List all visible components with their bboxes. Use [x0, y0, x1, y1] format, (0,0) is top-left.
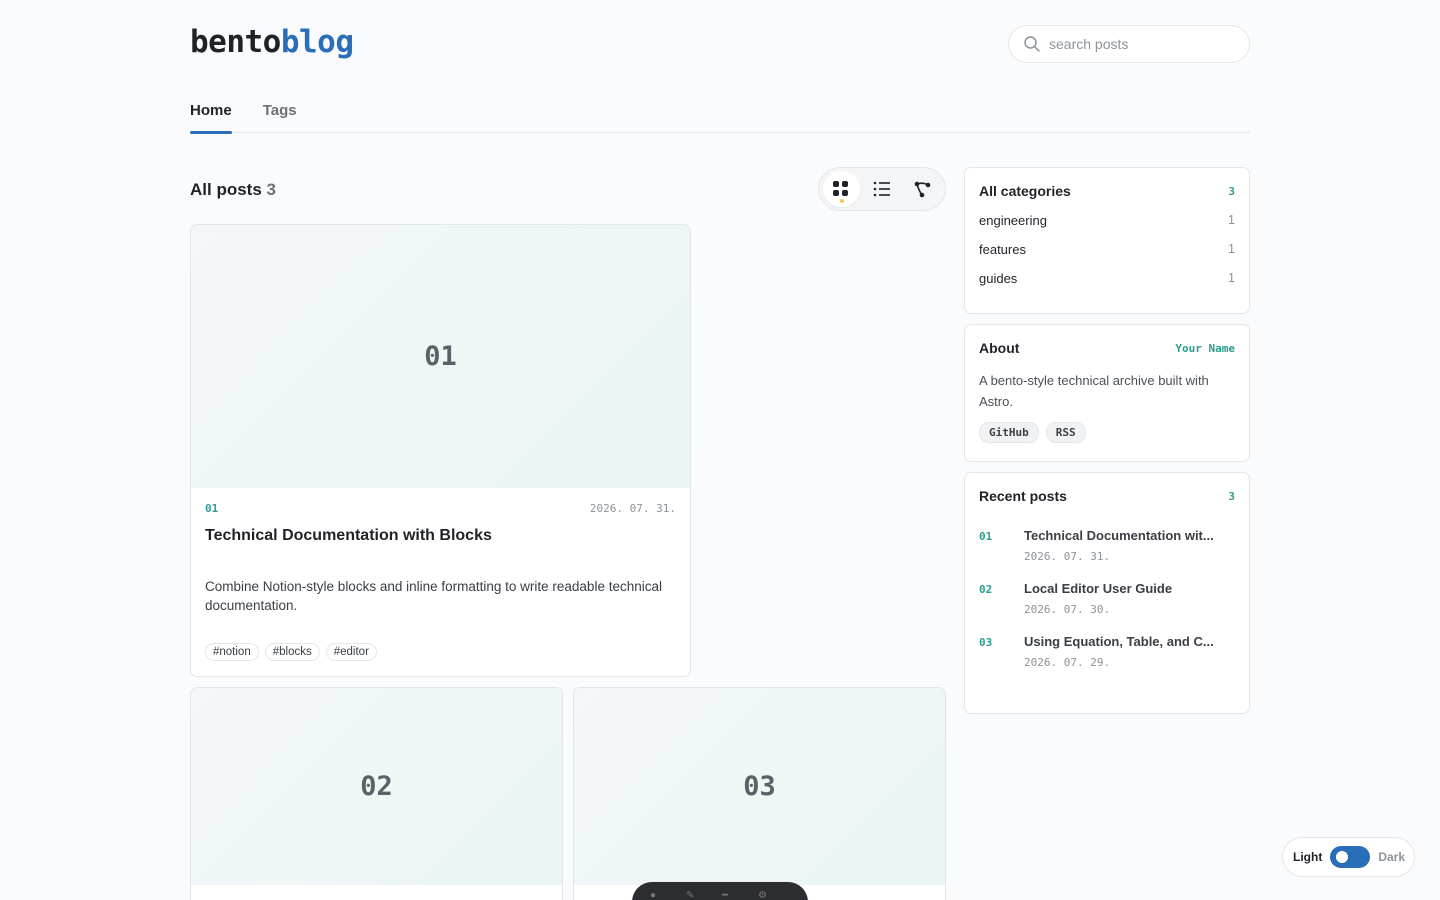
floating-toolbar[interactable]: ● ✎ ━ ⚙	[632, 882, 808, 900]
view-graph-button[interactable]	[904, 171, 941, 207]
theme-switch-knob	[1334, 849, 1351, 865]
category-name: guides	[979, 271, 1018, 286]
post-card[interactable]: 03	[573, 687, 946, 900]
grid-icon	[833, 181, 849, 196]
post-tags: #notion #blocks #editor	[205, 643, 676, 661]
recent-post-date: 2026. 07. 30.	[1024, 603, 1111, 616]
tag-chip[interactable]: #editor	[325, 643, 377, 661]
theme-dark-label: Dark	[1378, 850, 1406, 864]
post-card-body: 01 2026. 07. 31. Technical Documentation…	[191, 488, 690, 675]
recent-post-date: 2026. 07. 29.	[1024, 656, 1111, 669]
about-author: Your Name	[1175, 341, 1235, 355]
view-mode-switch	[818, 167, 946, 211]
active-indicator-dot	[840, 199, 844, 203]
post-card[interactable]: 01 01 2026. 07. 31. Technical Documentat…	[190, 224, 691, 677]
category-item-guides[interactable]: guides 1	[979, 271, 1235, 300]
recent-post-number: 01	[979, 530, 993, 543]
category-count: 1	[1228, 242, 1235, 256]
post-title[interactable]: Technical Documentation with Blocks	[205, 527, 676, 545]
search-icon	[1024, 36, 1040, 52]
search-box[interactable]	[1008, 25, 1250, 63]
main-tabs: Home Tags	[190, 100, 1250, 134]
tag-chip[interactable]: #notion	[205, 643, 259, 661]
category-name: features	[979, 242, 1026, 257]
posts-heading-label: All posts	[190, 180, 262, 199]
post-thumbnail: 02	[191, 688, 562, 885]
list-icon	[873, 181, 890, 197]
post-number: 01	[205, 502, 219, 515]
toolbar-tool-icon[interactable]: ✎	[686, 890, 702, 900]
theme-toggle: Light Dark	[1282, 837, 1415, 877]
about-title: About	[979, 340, 1020, 356]
toolbar-tool-icon[interactable]: ●	[650, 890, 666, 900]
tab-home[interactable]: Home	[190, 100, 232, 134]
recent-post-title: Technical Documentation wit...	[1024, 528, 1214, 543]
posts-count: 3	[266, 180, 276, 199]
about-panel: About Your Name A bento-style technical …	[964, 324, 1250, 462]
post-date: 2026. 07. 31.	[589, 502, 676, 515]
post-description: Combine Notion-style blocks and inline f…	[205, 579, 662, 613]
logo-text-accent: blog	[280, 24, 354, 60]
post-card[interactable]: 02	[190, 687, 563, 900]
recent-post-title: Using Equation, Table, and C...	[1024, 634, 1214, 649]
posts-heading: All posts 3	[190, 180, 276, 200]
recent-post-number: 03	[979, 636, 993, 649]
view-grid-button[interactable]	[823, 171, 860, 207]
categories-title: All categories	[979, 183, 1071, 199]
tag-chip[interactable]: #blocks	[264, 643, 320, 661]
recent-post-item[interactable]: 01 Technical Documentation wit... 2026. …	[979, 528, 1235, 563]
category-item-features[interactable]: features 1	[979, 242, 1235, 271]
theme-switch[interactable]	[1330, 846, 1371, 868]
category-item-engineering[interactable]: engineering 1	[979, 213, 1235, 242]
graph-icon	[914, 181, 930, 198]
recent-post-title: Local Editor User Guide	[1024, 581, 1173, 596]
toolbar-tool-icon[interactable]: ━	[722, 890, 738, 900]
post-thumbnail: 01	[191, 225, 690, 488]
category-count: 1	[1228, 213, 1235, 227]
recent-post-item[interactable]: 03 Using Equation, Table, and C... 2026.…	[979, 634, 1235, 669]
recent-posts-count: 3	[1228, 489, 1235, 503]
recent-posts-title: Recent posts	[979, 488, 1067, 504]
theme-light-label: Light	[1293, 850, 1323, 864]
about-text: A bento-style technical archive built wi…	[979, 373, 1209, 409]
recent-posts-panel: Recent posts 3 01 Technical Documentatio…	[964, 472, 1250, 714]
recent-post-item[interactable]: 02 Local Editor User Guide 2026. 07. 30.	[979, 581, 1235, 616]
site-logo[interactable]: bentoblog	[190, 24, 354, 60]
rss-link[interactable]: RSS	[1045, 422, 1086, 443]
logo-text-primary: bento	[190, 24, 281, 60]
view-list-button[interactable]	[864, 171, 901, 207]
github-link[interactable]: GitHub	[979, 422, 1039, 443]
category-count: 1	[1228, 271, 1235, 285]
category-name: engineering	[979, 213, 1047, 228]
categories-count: 3	[1228, 184, 1235, 198]
search-input[interactable]	[1049, 36, 1229, 52]
categories-panel: All categories 3 engineering 1 features …	[964, 167, 1250, 314]
recent-post-number: 02	[979, 583, 993, 596]
recent-post-date: 2026. 07. 31.	[1024, 550, 1111, 563]
post-thumbnail: 03	[574, 688, 945, 885]
toolbar-tool-icon[interactable]: ⚙	[758, 890, 774, 900]
tab-tags[interactable]: Tags	[263, 100, 297, 133]
